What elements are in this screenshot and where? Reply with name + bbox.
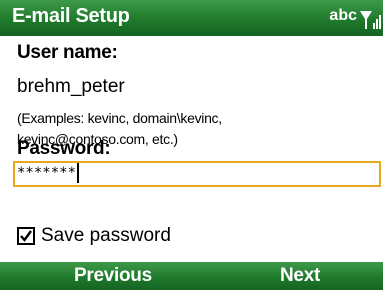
input-mode-indicator: abc bbox=[329, 7, 357, 24]
save-password-checkbox[interactable] bbox=[17, 227, 35, 245]
password-label: Password: bbox=[17, 138, 111, 159]
title-bar: E-mail Setup abc bbox=[0, 0, 383, 36]
password-field[interactable]: ******* bbox=[13, 161, 381, 187]
text-caret bbox=[77, 163, 80, 183]
softkey-bar: Previous Next bbox=[0, 262, 383, 290]
checkmark-icon bbox=[20, 230, 32, 242]
signal-strength-icon bbox=[360, 11, 381, 29]
previous-softkey[interactable]: Previous bbox=[74, 265, 152, 287]
password-value: ******* bbox=[17, 165, 77, 181]
save-password-label: Save password bbox=[41, 225, 171, 246]
window-title: E-mail Setup bbox=[12, 5, 130, 27]
username-label: User name: bbox=[17, 42, 118, 63]
username-hint-line1: (Examples: kevinc, domain\kevinc, bbox=[17, 110, 222, 126]
next-softkey[interactable]: Next bbox=[280, 265, 320, 287]
username-field[interactable]: brehm_peter bbox=[17, 76, 125, 98]
